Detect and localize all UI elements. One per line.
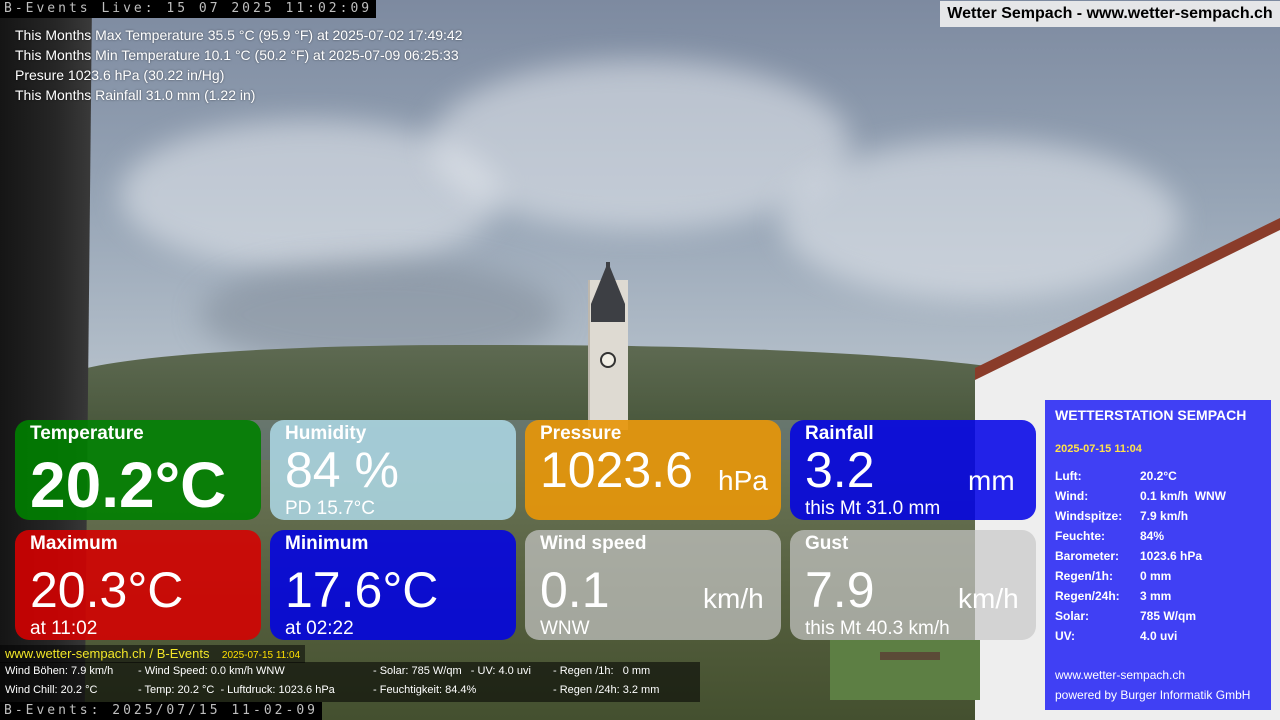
info-solar-uv: - Solar: 785 W/qm - UV: 4.0 uvi [373,665,531,677]
month-rainfall: This Months Rainfall 31.0 mm (1.22 in) [15,87,256,103]
reading-value: 0 mm [1140,569,1172,583]
tile-gust: Gust 7.9 km/h this Mt 40.3 km/h [790,530,1036,640]
maximum-time: at 11:02 [30,618,98,639]
tile-minimum: Minimum 17.6°C at 02:22 [270,530,516,640]
wind-direction: WNW [540,618,590,639]
church-clock [600,352,616,368]
garden [830,640,980,700]
reading-value: 1023.6 hPa [1140,549,1203,563]
info-wind-speed: - Wind Speed: 0.0 km/h WNW [138,665,285,677]
cloud [780,140,1180,300]
gust-unit: km/h [958,583,1019,614]
reading-label: Luft: [1055,469,1082,483]
info-wind-gusts: Wind Böhen: 7.9 km/h [5,665,114,677]
reading-value: 84% [1140,529,1165,543]
info-site-link[interactable]: www.wetter-sempach.ch / B-Events [5,646,209,661]
reading-row: Barometer: 1023.6 hPa [1055,546,1226,566]
reading-row: Regen/1h: 0 mm [1055,566,1226,586]
rainfall-unit: mm [968,465,1015,496]
minimum-value: 17.6°C [285,562,439,618]
reading-label: UV: [1055,629,1076,643]
month-pressure: Presure 1023.6 hPa (30.22 in/Hg) [15,67,225,83]
pressure-value: 1023.6 [540,442,693,498]
station-panel: WETTERSTATION SEMPACH 2025-07-15 11:04 L… [1045,400,1271,710]
reading-value: 4.0 uvi [1140,629,1178,643]
reading-label: Regen/1h: [1055,569,1114,583]
info-humidity: - Feuchtigkeit: 84.4% [373,684,477,696]
rainfall-value: 3.2 [805,442,875,498]
info-bar-header: www.wetter-sempach.ch / B-Events 2025-07… [0,645,306,663]
osd-timestamp-top: B-Events Live: 15 07 2025 11:02:09 [0,0,377,18]
station-readings: Luft: 20.2°C Wind: 0.1 km/h WNW Windspitze… [1055,466,1226,646]
reading-value: 3 mm [1140,589,1172,603]
reading-row: Feuchte: 84% [1055,526,1226,546]
info-rain-24h: - Regen /24h: 3.2 mm [553,684,660,696]
rainfall-month: this Mt 31.0 mm [805,498,941,519]
reading-label: Regen/24h: [1055,589,1120,603]
tile-wind-speed: Wind speed 0.1 km/h WNW [525,530,781,640]
gust-month: this Mt 40.3 km/h [805,618,950,639]
reading-label: Wind: [1055,489,1089,503]
reading-row: Regen/24h: 3 mm [1055,586,1226,606]
station-site-link[interactable]: www.wetter-sempach.ch [1055,668,1185,682]
wind-speed-unit: km/h [703,583,764,614]
site-title[interactable]: Wetter Sempach - www.wetter-sempach.ch [940,1,1280,27]
reading-label: Windspitze: [1055,509,1123,523]
tile-temperature: Temperature 20.2°C [15,420,261,520]
minimum-time: at 02:22 [285,618,354,639]
wind-speed-value: 0.1 [540,562,610,618]
gust-value: 7.9 [805,562,875,618]
tile-pressure: Pressure 1023.6 hPa [525,420,781,520]
tile-title: Gust [805,533,849,554]
osd-timestamp-bottom: B-Events: 2025/07/15 11-02-09 [0,702,322,720]
dew-point: PD 15.7°C [285,498,375,519]
picnic-table [880,652,940,660]
reading-row: Wind: 0.1 km/h WNW [1055,486,1226,506]
tile-title: Temperature [30,423,144,444]
info-temp-pressure: - Temp: 20.2 °C - Luftdruck: 1023.6 hPa [138,684,335,696]
month-min-temp: This Months Min Temperature 10.1 °C (50.… [15,47,459,63]
station-title: WETTERSTATION SEMPACH [1055,407,1247,423]
info-datetime: 2025-07-15 11:04 [221,650,301,661]
reading-label: Barometer: [1055,549,1120,563]
reading-row: Windspitze: 7.9 km/h [1055,506,1226,526]
month-max-temp: This Months Max Temperature 35.5 °C (95.… [15,27,463,43]
reading-row: UV: 4.0 uvi [1055,626,1226,646]
station-datetime: 2025-07-15 11:04 [1055,443,1142,455]
info-bar: Wind Böhen: 7.9 km/h - Wind Speed: 0.0 k… [0,662,700,702]
info-rain-1h: - Regen /1h: 0 mm [553,665,651,677]
tile-title: Wind speed [540,533,647,554]
tile-title: Minimum [285,533,369,554]
church-spire [606,262,610,312]
reading-value: 0.1 km/h WNW [1140,489,1227,503]
pressure-unit: hPa [718,465,768,496]
reading-label: Feuchte: [1055,529,1106,543]
tile-rainfall: Rainfall 3.2 mm this Mt 31.0 mm [790,420,1036,520]
reading-value: 785 W/qm [1140,609,1197,623]
reading-row: Luft: 20.2°C [1055,466,1226,486]
temperature-value: 20.2°C [30,449,227,520]
maximum-value: 20.3°C [30,562,184,618]
reading-row: Solar: 785 W/qm [1055,606,1226,626]
reading-value: 20.2°C [1140,469,1177,483]
powered-by: powered by Burger Informatik GmbH [1055,688,1251,702]
info-wind-chill: Wind Chill: 20.2 °C [5,684,98,696]
month-stats: This Months Max Temperature 35.5 °C (95.… [15,25,463,105]
tile-title: Maximum [30,533,118,554]
reading-label: Solar: [1055,609,1090,623]
humidity-value: 84 % [285,442,399,498]
reading-value: 7.9 km/h [1140,509,1189,523]
tile-humidity: Humidity 84 % PD 15.7°C [270,420,516,520]
tile-maximum: Maximum 20.3°C at 11:02 [15,530,261,640]
